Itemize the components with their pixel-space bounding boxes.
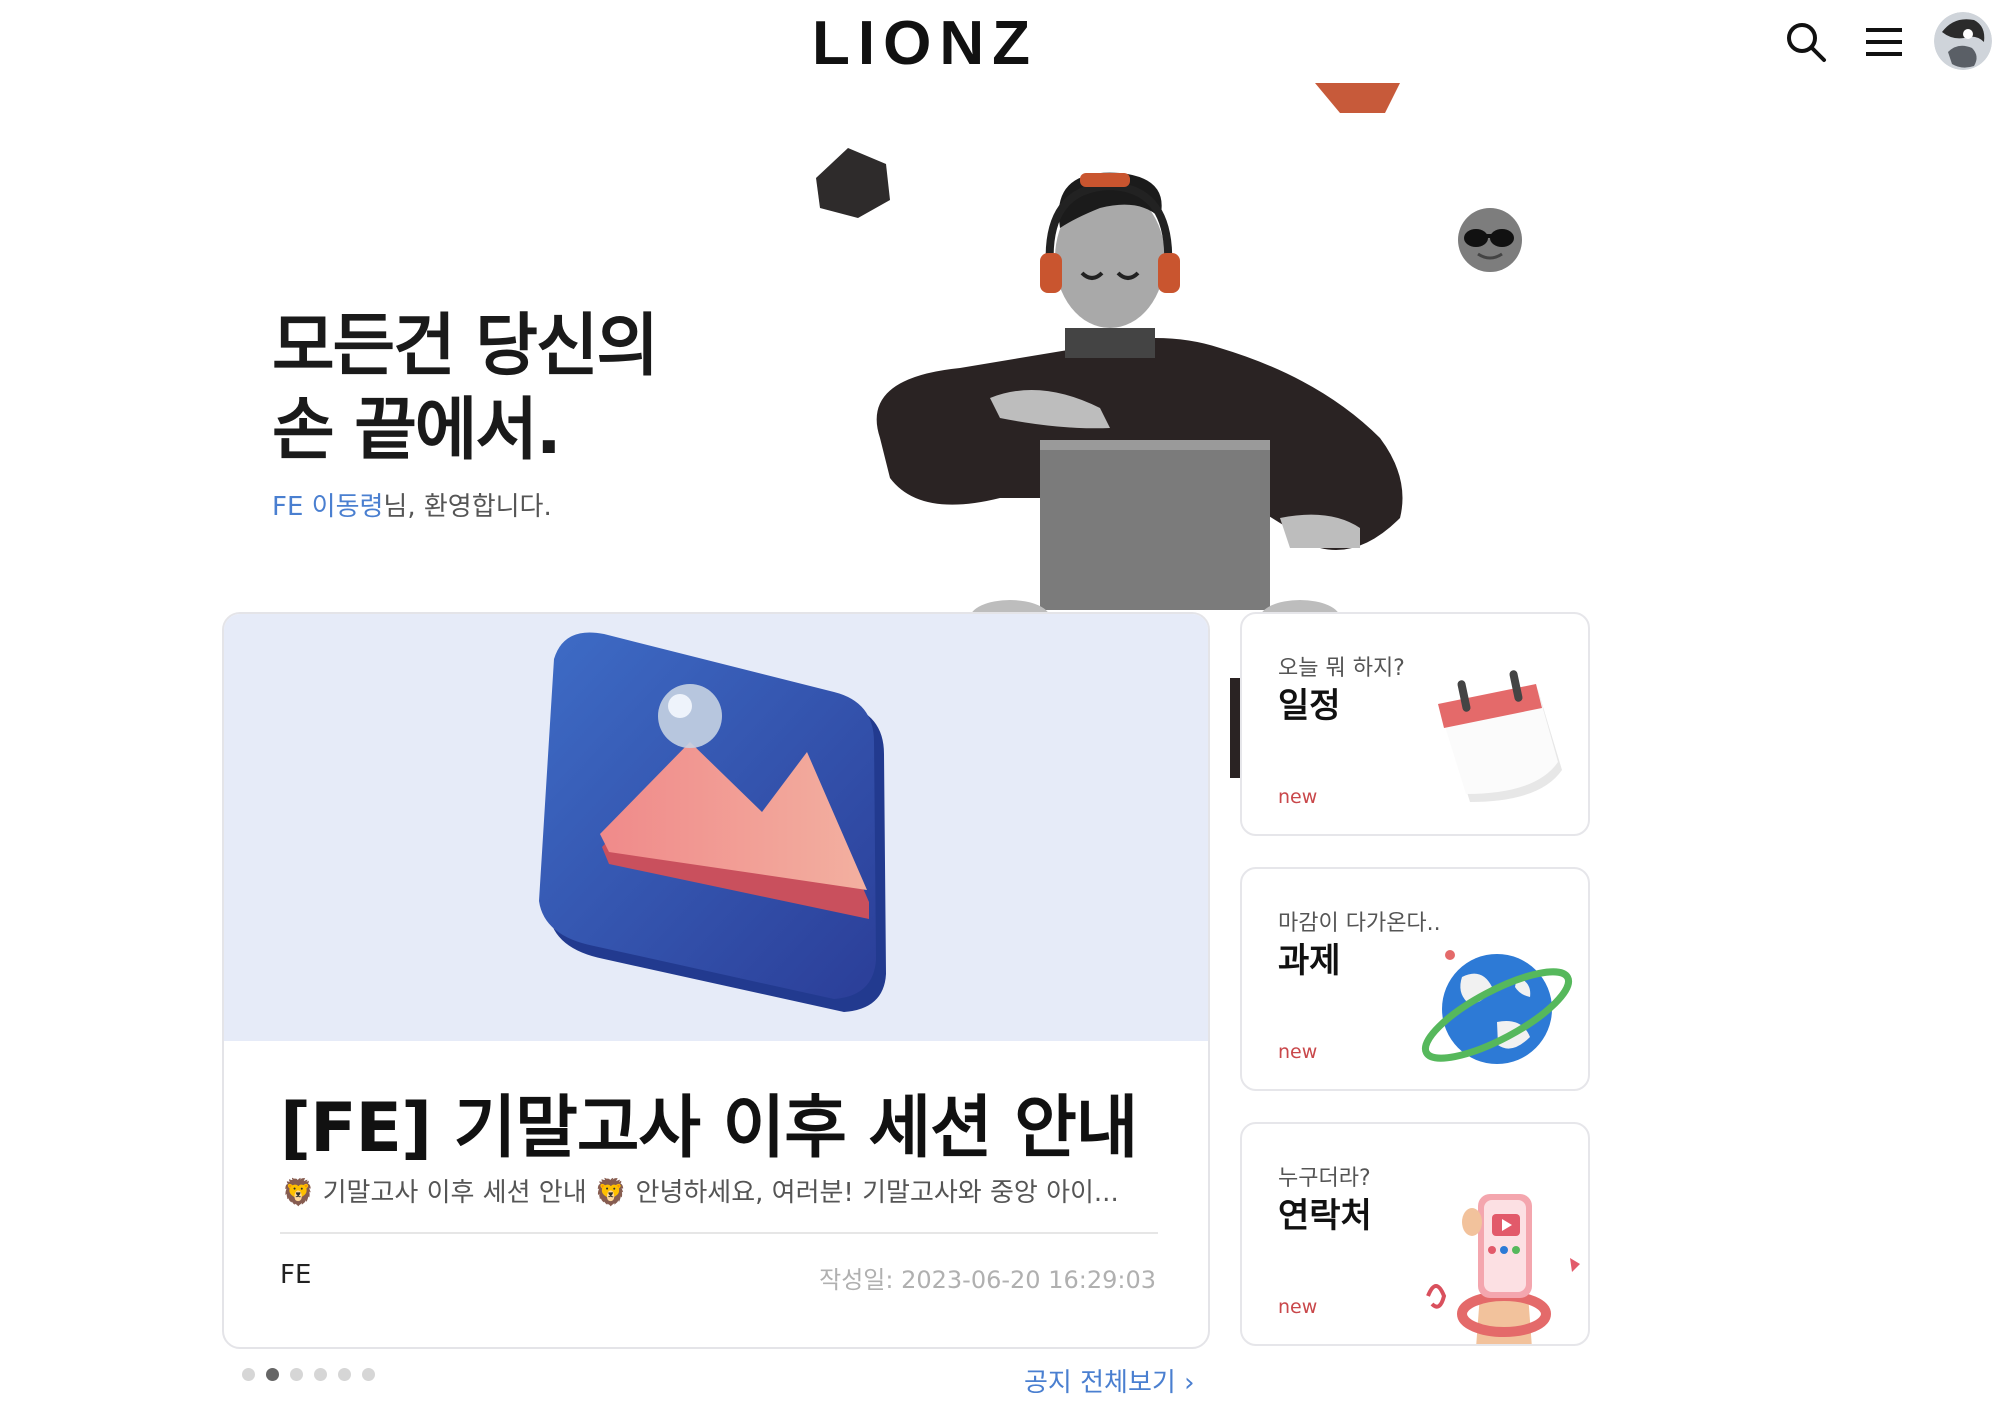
new-badge: new bbox=[1278, 1041, 1318, 1063]
card-title: 과제 bbox=[1278, 941, 1341, 981]
divider bbox=[280, 1232, 1158, 1234]
chevron-right-icon: › bbox=[1184, 1368, 1195, 1398]
contacts-card[interactable]: 누구더라? 연락처 new bbox=[1240, 1122, 1590, 1346]
welcome-message: FE 이동령님, 환영합니다. bbox=[272, 486, 552, 523]
notice-card[interactable]: [FE] 기말고사 이후 세션 안내 🦁 기말고사 이후 세션 안내 🦁 안녕하… bbox=[222, 612, 1210, 1349]
carousel-dot-active[interactable] bbox=[266, 1368, 279, 1381]
carousel-dot[interactable] bbox=[338, 1368, 351, 1381]
schedule-card[interactable]: 오늘 뭐 하지? 일정 new bbox=[1240, 612, 1590, 836]
hero-title-line1: 모든건 당신의 bbox=[272, 307, 659, 386]
laptop-icon bbox=[1040, 440, 1270, 610]
notice-thumbnail bbox=[224, 614, 1208, 1041]
carousel-dot[interactable] bbox=[290, 1368, 303, 1381]
welcome-user: FE 이동령 bbox=[272, 492, 384, 522]
globe-icon bbox=[1421, 950, 1573, 1064]
view-all-notices-link[interactable]: 공지 전체보기 › bbox=[1024, 1362, 1194, 1399]
sunglasses-emoji-icon bbox=[1458, 208, 1522, 272]
carousel-dot[interactable] bbox=[242, 1368, 255, 1381]
notice-date: 작성일: 2023-06-20 16:29:03 bbox=[819, 1266, 1156, 1294]
hamburger-menu-icon[interactable] bbox=[1860, 18, 1908, 66]
carousel-pagination bbox=[242, 1368, 375, 1381]
floating-shape-icon bbox=[1315, 83, 1400, 113]
notice-preview: 🦁 기말고사 이후 세션 안내 🦁 안녕하세요, 여러분! 기말고사와 중앙 아… bbox=[282, 1178, 1119, 1208]
hero-title: 모든건 당신의 손 끝에서. bbox=[272, 305, 659, 473]
search-icon[interactable] bbox=[1782, 18, 1830, 66]
card-title: 연락처 bbox=[1278, 1196, 1372, 1236]
floating-cube-icon bbox=[816, 148, 890, 218]
logo[interactable]: LIONZ bbox=[812, 8, 1038, 79]
welcome-text: 님, 환영합니다. bbox=[383, 492, 552, 522]
calendar-icon bbox=[1438, 670, 1562, 802]
hero-title-line2: 손 끝에서. bbox=[272, 391, 562, 470]
notice-title[interactable]: [FE] 기말고사 이후 세션 안내 bbox=[280, 1072, 1138, 1171]
notice-category: FE bbox=[280, 1260, 312, 1290]
assignment-card[interactable]: 마감이 다가온다.. 과제 new bbox=[1240, 867, 1590, 1091]
new-badge: new bbox=[1278, 786, 1318, 808]
image-placeholder-icon bbox=[539, 632, 886, 1012]
carousel-dot[interactable] bbox=[362, 1368, 375, 1381]
phone-icon bbox=[1426, 1194, 1580, 1344]
carousel-dot[interactable] bbox=[314, 1368, 327, 1381]
card-title: 일정 bbox=[1278, 686, 1341, 726]
new-badge: new bbox=[1278, 1296, 1318, 1318]
user-avatar[interactable] bbox=[1934, 12, 1992, 70]
view-all-label: 공지 전체보기 bbox=[1024, 1368, 1176, 1398]
